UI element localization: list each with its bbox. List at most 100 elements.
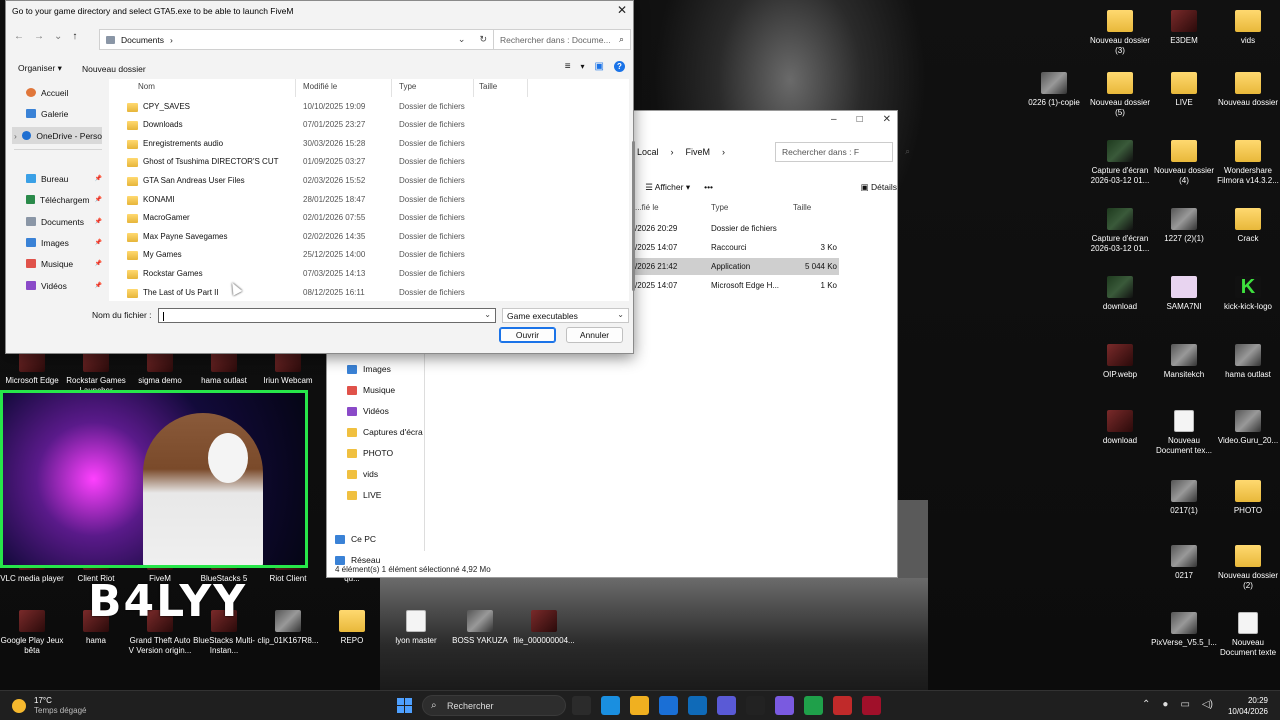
taskbar-app-icon[interactable] (688, 696, 707, 715)
help-icon[interactable]: ? (614, 61, 625, 72)
chevron-down-icon[interactable]: ⌄ (484, 310, 491, 319)
taskbar-app-icon[interactable] (746, 696, 765, 715)
up-arrow-icon[interactable]: ↑ (72, 31, 77, 42)
desktop-icon[interactable]: Nouveau dossier (4) (1150, 140, 1218, 185)
taskbar-app-icon[interactable] (775, 696, 794, 715)
col-name[interactable]: Nom (138, 82, 155, 91)
search-input[interactable]: Rechercher dans : Docume... ⌕ (493, 29, 631, 50)
microphone-icon[interactable]: ● (1162, 699, 1168, 710)
close-icon[interactable]: ✕ (883, 114, 891, 125)
pin-icon[interactable]: 📌 (95, 260, 102, 267)
table-row[interactable]: /2026 20:29 Dossier de fichiers (635, 220, 839, 237)
file-row[interactable]: Max Payne Savegames 02/02/2026 14:35 Dossi… (109, 228, 629, 247)
desktop-icon[interactable]: E3DEM (1150, 10, 1218, 46)
desktop-icon[interactable]: OIP.webp (1086, 344, 1154, 380)
nav-item[interactable]: Bureau 📌 (12, 170, 102, 187)
volume-icon[interactable]: ◁) (1202, 699, 1213, 710)
minimize-icon[interactable]: – (831, 114, 837, 125)
file-row[interactable]: GTA San Andreas User Files 02/03/2026 15:… (109, 172, 629, 191)
recent-chevron-icon[interactable]: ⌄ (54, 31, 62, 42)
table-row[interactable]: /2025 14:07 Raccourci 3 Ko (635, 239, 839, 256)
desktop-icon[interactable]: PHOTO (1214, 480, 1280, 516)
close-icon[interactable]: ✕ (617, 3, 627, 17)
preview-pane-icon[interactable]: ▣ (595, 61, 604, 72)
chevron-down-icon[interactable]: ⌄ (458, 34, 466, 45)
desktop-icon[interactable]: Microsoft Edge (0, 350, 66, 386)
desktop-icon[interactable]: Crack (1214, 208, 1280, 244)
taskbar-app-icon[interactable] (804, 696, 823, 715)
refresh-icon[interactable]: ↻ (479, 34, 487, 45)
taskbar-search[interactable]: ⌕ Rechercher (422, 695, 566, 716)
network-icon[interactable]: ▭ (1180, 699, 1189, 710)
desktop-icon[interactable]: lyon master (382, 610, 450, 646)
desktop-icon[interactable]: hama outlast (1214, 344, 1280, 380)
col-type[interactable]: Type (711, 203, 728, 212)
taskbar-app-icon[interactable] (630, 696, 649, 715)
desktop-icon[interactable]: Nouveau dossier (3) (1086, 10, 1154, 55)
nav-item[interactable]: › OneDrive - Perso (12, 127, 102, 144)
col-modified[interactable]: Modifié le (303, 82, 337, 91)
back-arrow-icon[interactable]: ← (14, 31, 24, 42)
desktop-icon[interactable]: sigma demo (126, 350, 194, 386)
desktop-icon[interactable]: REPO (318, 610, 386, 646)
view-button[interactable]: ☰ Afficher ▾ (645, 182, 690, 193)
vertical-scrollbar[interactable] (632, 141, 635, 291)
desktop-icon[interactable]: Kkick-kick-logo (1214, 276, 1280, 312)
taskbar-app-icon[interactable] (862, 696, 881, 715)
taskbar-app-icon[interactable] (717, 696, 736, 715)
desktop-icon[interactable]: Nouveau dossier (2) (1214, 545, 1280, 590)
desktop-icon[interactable]: Iriun Webcam (254, 350, 322, 386)
taskbar-app-icon[interactable] (601, 696, 620, 715)
file-row[interactable]: Rockstar Games 07/03/2025 14:13 Dossier de… (109, 265, 629, 284)
file-row[interactable]: KONAMI 28/01/2025 18:47 Dossier de fichier… (109, 191, 629, 210)
desktop-icon[interactable]: Video.Guru_20... (1214, 410, 1280, 446)
open-button[interactable]: Ouvrir (499, 327, 556, 343)
explorer-search-input[interactable]: Rechercher dans : F ⌕ (775, 142, 910, 162)
col-modified[interactable]: ...fié le (635, 203, 659, 212)
open-file-dialog[interactable]: Go to your game directory and select GTA… (5, 0, 635, 354)
filename-input[interactable]: ⌄ (158, 308, 496, 323)
desktop-icon[interactable]: Mansitekch (1150, 344, 1218, 380)
desktop-icon[interactable]: 0217(1) (1150, 480, 1218, 516)
desktop-icon[interactable]: 0217 (1150, 545, 1218, 581)
desktop-icon[interactable]: 1227 (2)(1) (1150, 208, 1218, 244)
file-row[interactable]: Downloads 07/01/2025 23:27 Dossier de fich… (109, 116, 629, 135)
desktop-icon[interactable]: PixVerse_V5.5_I... (1150, 612, 1218, 648)
desktop-icon[interactable]: Rockstar Games Launcher (62, 350, 130, 395)
desktop-icon[interactable]: download (1086, 276, 1154, 312)
forward-arrow-icon[interactable]: → (34, 31, 44, 42)
nav-item[interactable]: Galerie (12, 105, 102, 122)
file-row[interactable]: My Games 25/12/2025 14:00 Dossier de fichi… (109, 246, 629, 265)
taskbar-app-icon[interactable] (833, 696, 852, 715)
col-type[interactable]: Type (399, 82, 416, 91)
pin-icon[interactable]: 📌 (95, 218, 102, 225)
file-type-filter[interactable]: Game executables ⌄ (502, 308, 629, 323)
desktop-icon[interactable]: hama outlast (190, 350, 258, 386)
view-list-icon[interactable]: ≡ (565, 61, 571, 72)
address-text[interactable]: Documents (121, 35, 164, 45)
pin-icon[interactable]: 📌 (95, 196, 102, 203)
col-size[interactable]: Taille (479, 82, 497, 91)
sidebar-item[interactable]: Ce PC (335, 534, 425, 544)
more-options-button[interactable]: ••• (704, 182, 713, 192)
desktop-icon[interactable]: 0226 (1)-copie (1020, 72, 1088, 108)
maximize-icon[interactable]: □ (857, 114, 863, 125)
taskbar-app-icon[interactable] (659, 696, 678, 715)
file-row[interactable]: MacroGamer 02/01/2026 07:55 Dossier de fic… (109, 209, 629, 228)
desktop-icon[interactable]: file_000000004... (510, 610, 578, 646)
desktop-icon[interactable]: vids (1214, 10, 1280, 46)
file-row[interactable]: The Last of Us Part II 08/12/2025 16:11 Do… (109, 284, 629, 302)
nav-item[interactable]: Musique 📌 (12, 255, 102, 272)
nav-item[interactable]: Documents 📌 (12, 213, 102, 230)
desktop-icon[interactable]: Nouveau Document texte (1214, 612, 1280, 657)
details-button[interactable]: ▣ Détails (861, 182, 897, 193)
desktop-icon[interactable]: Nouveau dossier (5) (1086, 72, 1154, 117)
desktop-icon[interactable]: Capture d'écran 2026-03-12 01... (1086, 208, 1154, 253)
pin-icon[interactable]: 📌 (95, 282, 102, 289)
file-row[interactable]: CPY_SAVES 10/10/2025 19:09 Dossier de fich… (109, 98, 629, 117)
nav-item[interactable]: Images 📌 (12, 234, 102, 251)
nav-item[interactable]: Téléchargem 📌 (12, 191, 102, 208)
breadcrumb-fivem[interactable]: FiveM (686, 147, 711, 157)
desktop-icon[interactable]: Google Play Jeux bêta (0, 610, 66, 655)
desktop-icon[interactable]: download (1086, 410, 1154, 446)
